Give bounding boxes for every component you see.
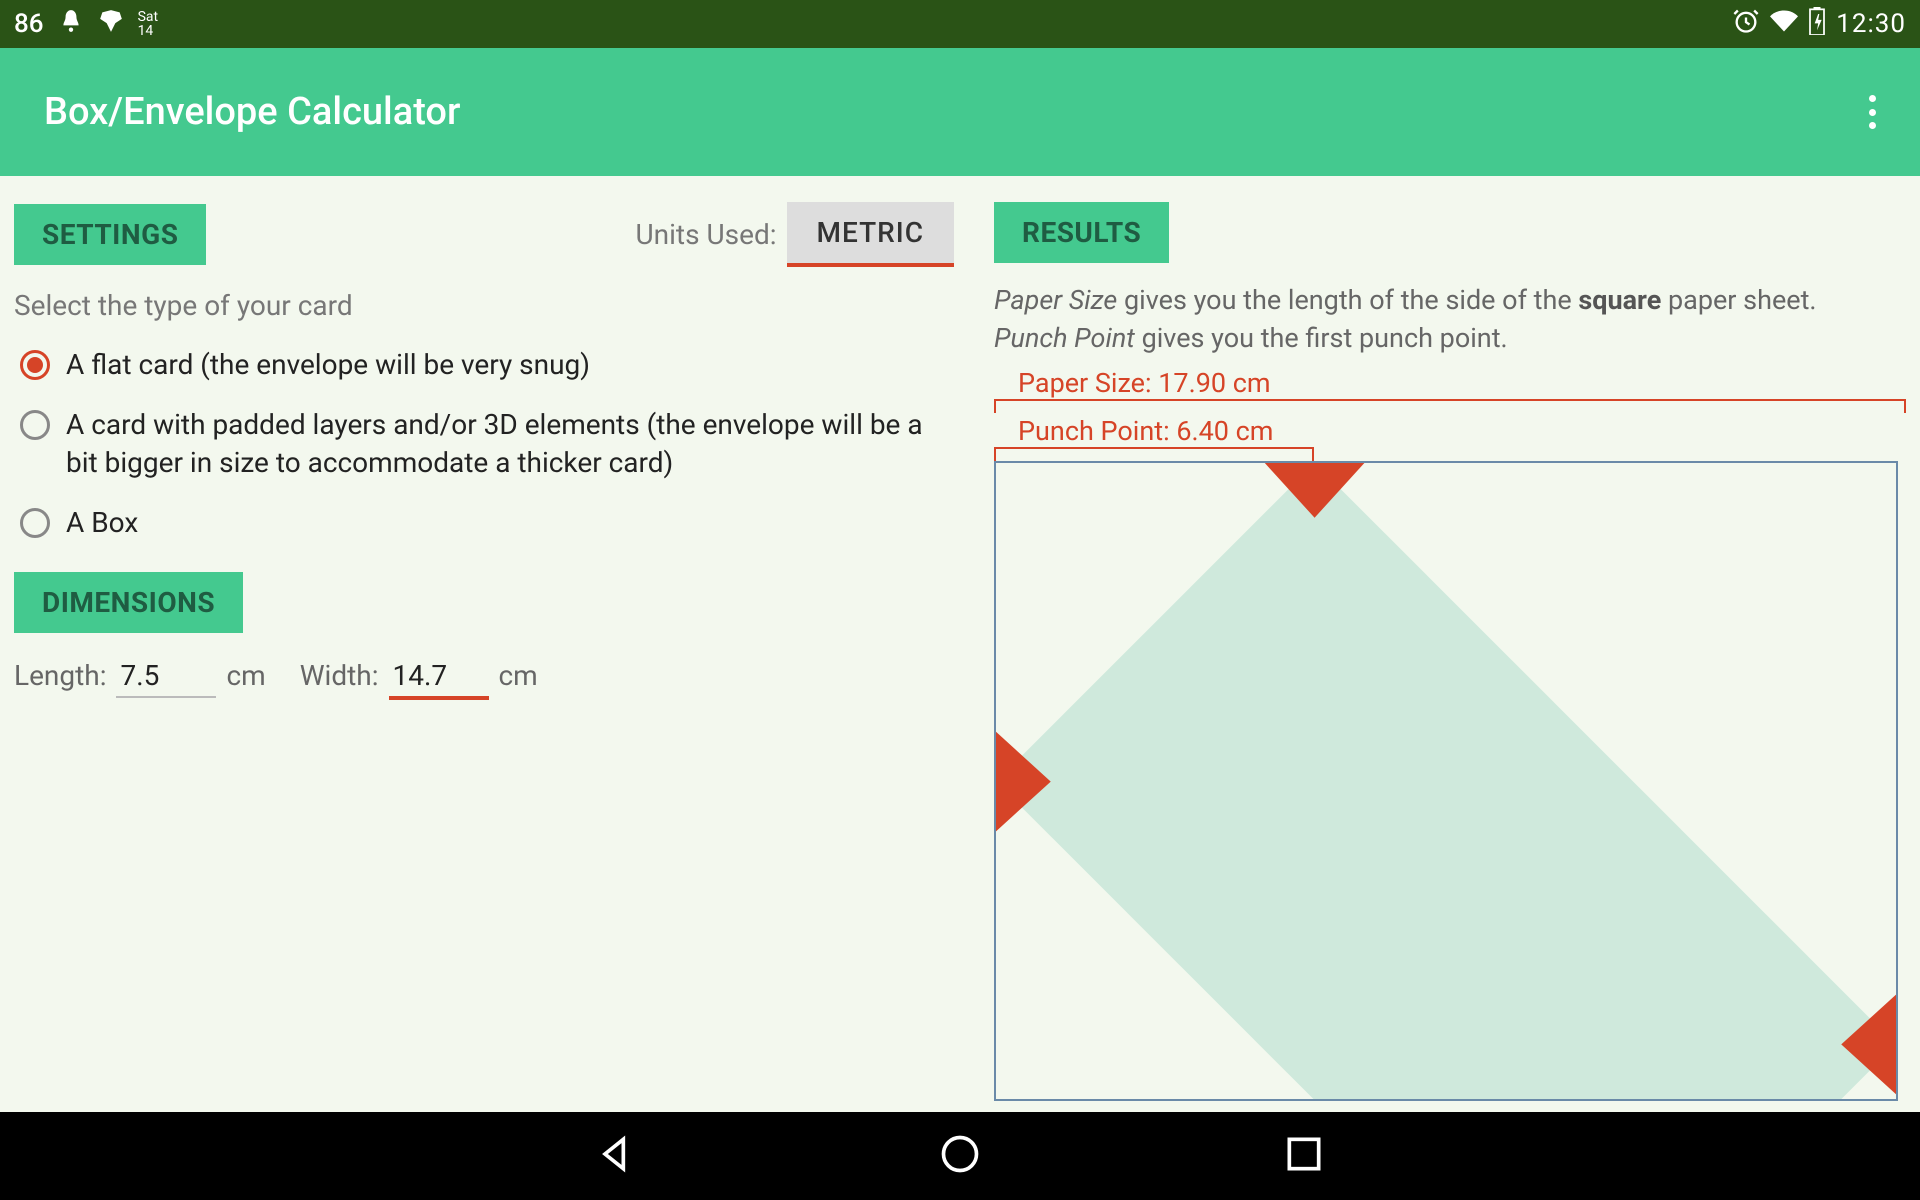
right-column: RESULTS Paper Size gives you the length … [994, 202, 1906, 1112]
punch-point-value: Punch Point: 6.40 cm [994, 415, 1906, 447]
left-column: SETTINGS Units Used: METRIC Select the t… [14, 202, 954, 1112]
dimensions-heading: DIMENSIONS [14, 572, 243, 633]
settings-heading: SETTINGS [14, 204, 206, 265]
radio-flat-card[interactable]: A flat card (the envelope will be very s… [14, 336, 954, 396]
nav-back-icon[interactable] [594, 1132, 638, 1180]
status-date: Sat 14 [138, 10, 159, 38]
status-left: 86 Sat 14 [14, 8, 158, 40]
length-input[interactable]: 7.5 [116, 659, 216, 698]
radio-box[interactable]: A Box [14, 494, 954, 554]
radio-label: A flat card (the envelope will be very s… [66, 346, 590, 384]
width-input[interactable]: 14.7 [389, 659, 489, 700]
radio-icon [20, 410, 50, 440]
punch-point-measure: Punch Point: 6.40 cm [994, 415, 1906, 461]
radio-label: A Box [66, 504, 138, 542]
notification-icon [58, 8, 84, 40]
radio-icon [20, 350, 50, 380]
dimensions-block: DIMENSIONS Length: 7.5 cm Width: 14.7 cm [14, 572, 954, 700]
status-number: 86 [14, 9, 44, 39]
units-wrap: Units Used: METRIC [636, 202, 955, 267]
status-right: 12:30 [1732, 7, 1906, 41]
app-title: Box/Envelope Calculator [44, 90, 460, 134]
punch-point-term: Punch Point [994, 322, 1135, 354]
punch-point-bracket [994, 447, 1314, 461]
envelope-diagram [994, 461, 1898, 1101]
paper-size-term: Paper Size [994, 284, 1117, 316]
results-description: Paper Size gives you the length of the s… [994, 281, 1906, 357]
paper-size-value: Paper Size: 17.90 cm [994, 367, 1906, 399]
nav-home-icon[interactable] [938, 1132, 982, 1180]
results-heading: RESULTS [994, 202, 1169, 263]
length-unit: cm [226, 659, 265, 692]
width-unit: cm [499, 659, 538, 692]
android-status-bar: 86 Sat 14 12:30 [0, 0, 1920, 48]
nav-recent-icon[interactable] [1282, 1132, 1326, 1180]
status-date-num: 14 [138, 23, 154, 39]
radio-padded-card[interactable]: A card with padded layers and/or 3D elem… [14, 396, 954, 494]
card-type-prompt: Select the type of your card [14, 289, 954, 322]
paper-size-bracket [994, 399, 1906, 413]
dimensions-row: Length: 7.5 cm Width: 14.7 cm [14, 659, 954, 700]
app-notification-icon [98, 8, 124, 40]
alarm-icon [1732, 7, 1760, 41]
width-label: Width: [300, 659, 379, 692]
length-label: Length: [14, 659, 106, 692]
overflow-menu-icon[interactable] [1868, 95, 1876, 129]
radio-label: A card with padded layers and/or 3D elem… [66, 406, 954, 482]
settings-header-row: SETTINGS Units Used: METRIC [14, 202, 954, 267]
android-nav-bar [0, 1112, 1920, 1200]
units-used-label: Units Used: [636, 218, 777, 251]
wifi-icon [1770, 7, 1798, 41]
app-bar: Box/Envelope Calculator [0, 48, 1920, 176]
card-type-radio-group: A flat card (the envelope will be very s… [14, 336, 954, 554]
radio-icon [20, 508, 50, 538]
units-toggle-button[interactable]: METRIC [787, 202, 954, 267]
status-time: 12:30 [1836, 9, 1906, 39]
battery-charging-icon [1808, 7, 1826, 41]
content-area: SETTINGS Units Used: METRIC Select the t… [0, 176, 1920, 1112]
paper-size-measure: Paper Size: 17.90 cm [994, 367, 1906, 413]
